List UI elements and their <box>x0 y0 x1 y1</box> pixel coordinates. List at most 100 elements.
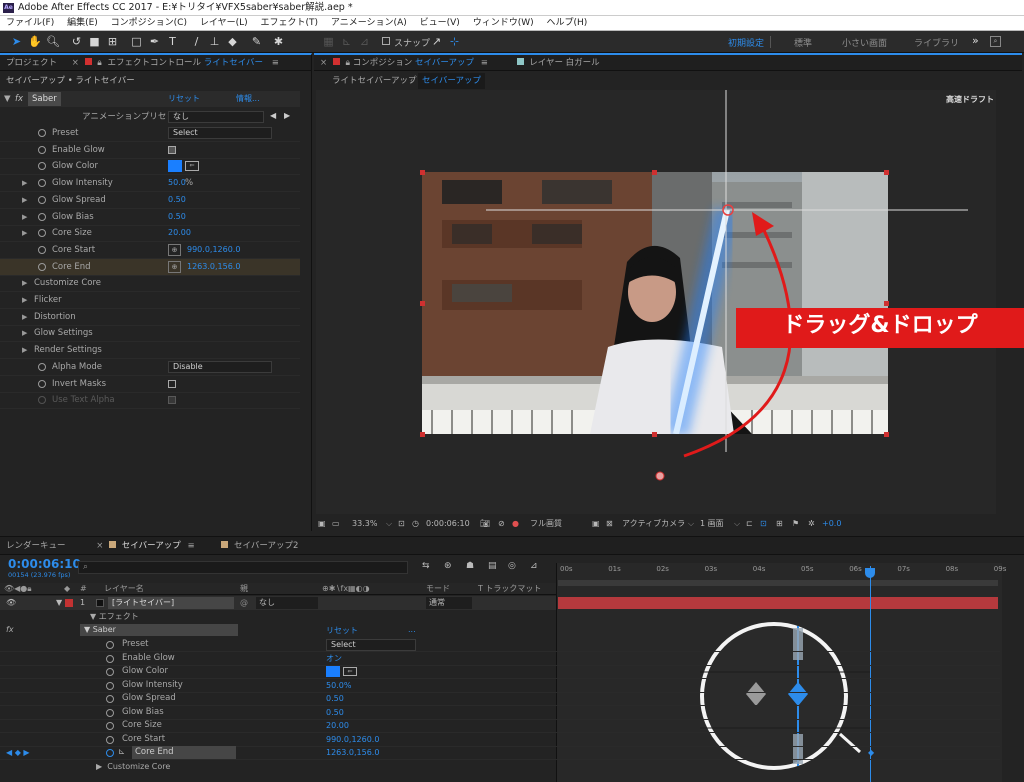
stopwatch-icon[interactable] <box>106 735 114 744</box>
tab-composition[interactable]: コンポジション <box>353 58 413 68</box>
expand-triangle-icon[interactable]: ▶ <box>22 292 27 308</box>
pickwhip-icon[interactable]: @ <box>240 596 248 610</box>
stopwatch-icon[interactable] <box>38 195 46 204</box>
timeline-prop-glow-color[interactable]: Glow Color ⇐ <box>0 665 556 678</box>
menu-layer[interactable]: レイヤー(L) <box>200 18 248 28</box>
hand-tool-icon[interactable]: ✋ <box>28 35 42 48</box>
mask-icon[interactable]: ◷ <box>412 516 419 532</box>
tab-render-queue[interactable]: レンダーキュー <box>6 541 66 551</box>
channel-icon[interactable]: ● <box>512 516 519 532</box>
tab-effect-controls[interactable]: エフェクトコントロール <box>107 58 201 68</box>
timeline-prop-core-end[interactable]: ⊾ Core End 1263.0,156.0 <box>0 746 556 759</box>
tab-project[interactable]: プロジェクト <box>6 58 57 68</box>
motion-blur-icon[interactable]: ◎ <box>508 561 516 571</box>
collapse-triangle-icon[interactable]: ▼ <box>4 91 11 107</box>
time-ruler[interactable]: 00s 01s 02s 03s 04s 05s 06s 07s 08s 09s <box>558 563 1006 577</box>
effect-group-customize-core[interactable]: ▶ Customize Core <box>0 275 300 291</box>
expand-triangle-icon[interactable]: ▶ <box>22 342 27 358</box>
roto-brush-tool-icon[interactable]: ✎ <box>250 35 263 48</box>
stopwatch-icon[interactable] <box>38 179 46 188</box>
prop-dropdown[interactable]: Select <box>168 127 272 139</box>
roi-icon[interactable]: ▣ <box>592 516 600 532</box>
stopwatch-icon[interactable] <box>106 681 114 690</box>
timeline-prop-glow-intensity[interactable]: Glow Intensity 50.0% <box>0 679 556 692</box>
prop-value[interactable]: 990.0,1260.0 <box>187 242 240 258</box>
workspace-libraries[interactable]: ライブラリ <box>914 36 959 49</box>
column-parent[interactable]: 親 <box>240 583 248 595</box>
snap-grid-icon[interactable]: ⊹ <box>448 35 461 48</box>
workspace-small-screen[interactable]: 小さい画面 <box>842 36 887 49</box>
close-icon[interactable]: × <box>96 541 103 551</box>
work-area-bar[interactable] <box>558 580 998 586</box>
effect-prop-glow-color[interactable]: Glow Color ⇐ <box>0 158 300 174</box>
workspace-standard[interactable]: 標準 <box>794 36 812 49</box>
tab-timeline-saber-up2[interactable]: セイバーアップ2 <box>234 541 298 551</box>
stopwatch-icon[interactable] <box>106 708 114 717</box>
prop-value[interactable]: 0.50 <box>326 692 344 705</box>
menu-effect[interactable]: エフェクト(T) <box>261 18 319 28</box>
shape-tool-icon[interactable]: □ <box>130 35 143 48</box>
eraser-tool-icon[interactable]: ◆ <box>226 35 239 48</box>
menu-file[interactable]: ファイル(F) <box>6 18 54 28</box>
stopwatch-icon[interactable] <box>38 229 46 238</box>
column-layer-name[interactable]: レイヤー名 <box>104 583 144 595</box>
menu-composition[interactable]: コンポジション(C) <box>111 18 187 28</box>
menu-window[interactable]: ウィンドウ(W) <box>473 18 534 28</box>
timeline-effect-saber[interactable]: ▼ Saber <box>80 624 238 636</box>
color-swatch[interactable] <box>168 160 182 173</box>
graph-editor-icon[interactable]: ⊿ <box>530 561 538 571</box>
effect-name[interactable]: Saber <box>28 92 61 106</box>
stopwatch-icon[interactable] <box>106 654 114 663</box>
workspace-more-button[interactable]: » <box>972 34 979 47</box>
effect-prop-core-size[interactable]: ▶ Core Size 20.00 <box>0 225 300 241</box>
effect-prop-use-text-alpha[interactable]: Use Text Alpha <box>0 392 300 408</box>
exposure-icon[interactable]: ✲ <box>808 516 815 532</box>
expand-triangle-icon[interactable]: ▶ <box>22 175 27 191</box>
always-preview-icon[interactable]: ▣ <box>318 516 326 532</box>
expand-triangle-icon[interactable]: ▶ <box>22 209 27 225</box>
tab-timeline-saber-up[interactable]: セイバーアップ <box>122 541 181 551</box>
effect-prop-preset[interactable]: Preset Select <box>0 125 300 141</box>
prop-value[interactable]: 50.0% <box>326 679 351 692</box>
effect-group-flicker[interactable]: ▶ Flicker <box>0 292 300 308</box>
parent-dropdown[interactable]: なし <box>256 597 318 609</box>
snap-checkbox[interactable] <box>382 37 390 45</box>
effect-prop-glow-intensity[interactable]: ▶ Glow Intensity 50.0% <box>0 175 300 191</box>
effect-group-render-settings[interactable]: ▶ Render Settings <box>0 342 300 358</box>
prop-value[interactable]: 1263.0,156.0 <box>326 746 379 759</box>
crumb-current[interactable]: セイバーアップ <box>418 73 485 89</box>
prop-dropdown[interactable]: Select <box>326 639 416 651</box>
tab-composition-name[interactable]: セイバーアップ <box>415 58 474 68</box>
show-snapshot-icon[interactable]: ⊘ <box>498 516 505 532</box>
preset-next-icon[interactable]: ▶ <box>284 111 290 120</box>
fx-icon[interactable]: fx <box>15 91 23 107</box>
shy-icon[interactable]: ☗ <box>466 561 474 571</box>
expand-triangle-icon[interactable]: ▶ <box>22 309 27 325</box>
stopwatch-icon[interactable] <box>38 362 46 371</box>
clone-stamp-tool-icon[interactable]: ⊥ <box>208 35 221 48</box>
timeline-prop-glow-spread[interactable]: Glow Spread 0.50 <box>0 692 556 705</box>
prop-value[interactable]: 20.00 <box>326 719 349 732</box>
stopwatch-icon[interactable] <box>38 162 46 171</box>
draft-3d-icon[interactable]: ⊛ <box>444 561 452 571</box>
menu-animation[interactable]: アニメーション(A) <box>331 18 407 28</box>
frame-blend-icon[interactable]: ▤ <box>488 561 497 571</box>
stopwatch-icon[interactable] <box>106 641 114 649</box>
prop-value[interactable]: 0.50 <box>326 706 344 719</box>
stopwatch-icon[interactable] <box>38 379 46 388</box>
prop-dropdown[interactable]: Disable <box>168 360 272 373</box>
timeline-icon[interactable]: ⊞ <box>776 516 783 532</box>
close-icon[interactable]: × <box>320 58 327 68</box>
core-start-point-icon[interactable] <box>655 471 665 481</box>
timeline-prop-preset[interactable]: Preset Select <box>0 638 556 651</box>
color-swatch[interactable] <box>326 666 340 677</box>
camera-dropdown[interactable]: アクティブカメラ <box>622 516 685 532</box>
effect-prop-glow-bias[interactable]: ▶ Glow Bias 0.50 <box>0 209 300 225</box>
expand-triangle-icon[interactable]: ▶ <box>22 325 27 341</box>
views-dropdown[interactable]: 1 画面 <box>700 516 724 532</box>
safe-margins-icon[interactable]: ⊡ <box>398 516 405 532</box>
stopwatch-icon[interactable] <box>38 396 46 405</box>
column-mode[interactable]: モード <box>426 583 450 595</box>
prop-value[interactable]: 990.0,1260.0 <box>326 733 379 746</box>
puppet-tool-icon[interactable]: ✱ <box>272 35 285 48</box>
